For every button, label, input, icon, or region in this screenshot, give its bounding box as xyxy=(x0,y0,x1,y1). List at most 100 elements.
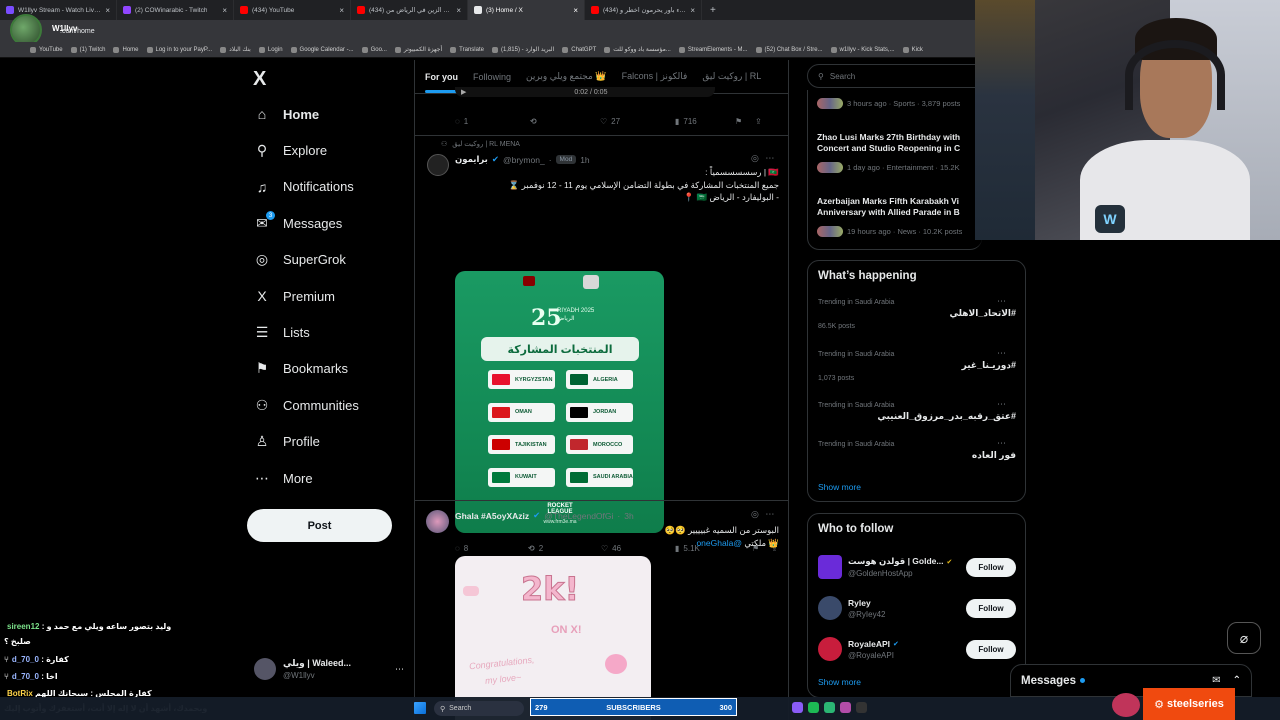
share-icon[interactable]: ⇪ xyxy=(755,117,762,126)
timeline-tab[interactable]: Falcons | فالكونز xyxy=(622,71,688,82)
close-icon[interactable]: × xyxy=(573,6,578,15)
follow-button[interactable]: Follow xyxy=(966,598,1016,618)
post-image[interactable]: 2k! ON X! Congratulations, my love~ xyxy=(455,556,651,720)
show-more-link[interactable]: Show more xyxy=(818,677,861,687)
post-menu[interactable]: ◎ ⋯ xyxy=(751,153,774,164)
post-avatar[interactable] xyxy=(426,510,449,533)
x-logo[interactable]: X xyxy=(253,68,266,91)
browser-tab[interactable]: (3) Home / X × xyxy=(468,0,585,20)
nav-messages[interactable]: ✉ 3 Messages xyxy=(254,211,394,231)
like-button[interactable]: ♡ 27 xyxy=(600,117,675,126)
taskbar-search[interactable]: ⚲ Search xyxy=(434,701,524,716)
account-switcher[interactable]: ويلي | Waleed... @W1llyv ⋯ xyxy=(254,655,404,683)
bookmark-item[interactable]: YouTube xyxy=(30,46,63,53)
bookmark-item[interactable]: مؤسسة باد ووكو للت... xyxy=(604,46,671,53)
post-menu[interactable]: ◎ ⋯ xyxy=(751,509,774,520)
bookmark-item[interactable]: Translate xyxy=(450,46,484,53)
nav-lists[interactable]: ☰ Lists xyxy=(254,324,394,340)
compose-icon[interactable]: ✉ xyxy=(1212,675,1220,686)
community-label[interactable]: ⚇ روكيت ليق | RL MENA xyxy=(441,140,520,148)
nav-notifications[interactable]: ♫ Notifications xyxy=(254,179,394,195)
grok-fab[interactable]: ⌀ xyxy=(1227,622,1261,654)
bookmark-item[interactable]: Home xyxy=(113,46,139,53)
nav-supergrok[interactable]: ◎ SuperGrok xyxy=(254,251,394,268)
browser-tab[interactable]: (2) COWinarabic - Twitch × xyxy=(117,0,234,20)
grok-icon[interactable]: ◎ xyxy=(751,509,759,519)
chevron-up-icon[interactable]: ⌃ xyxy=(1233,675,1241,686)
more-icon[interactable]: ⋯ xyxy=(997,438,1006,449)
author-handle[interactable]: @brymon_ xyxy=(503,155,545,165)
grok-icon[interactable]: ◎ xyxy=(751,153,759,163)
trend-item[interactable]: Trending in Saudi Arabia ⋯ #الاتحاد_الاهلي… xyxy=(818,296,1016,330)
author-name[interactable]: برايمون xyxy=(455,154,488,165)
more-icon[interactable]: ⋯ xyxy=(997,348,1006,359)
post[interactable]: Ghala #A5oyXAziz ✔ @TheLegendOfGi · 3h ◎… xyxy=(415,501,788,720)
bookmark-icon[interactable]: ⚑ xyxy=(735,117,755,126)
more-icon[interactable]: ⋯ xyxy=(765,509,774,519)
taskbar-app-icon[interactable] xyxy=(856,702,867,713)
follow-button[interactable]: Follow xyxy=(966,639,1016,659)
nav-profile[interactable]: ♙ Profile xyxy=(254,433,394,450)
post-avatar[interactable] xyxy=(427,154,449,176)
mention-link[interactable]: @oneGhala xyxy=(696,538,742,548)
bookmark-item[interactable]: أجهزة الكمبيوتر xyxy=(394,46,442,53)
bookmark-item[interactable]: w1llyv - Kick Stats,... xyxy=(830,46,895,53)
news-item[interactable]: Zhao Lusi Marks 27th Birthday with Conce… xyxy=(817,132,975,173)
taskbar-app-icon[interactable] xyxy=(840,702,851,713)
post-time[interactable]: 3h xyxy=(624,511,633,521)
nav-premium[interactable]: X Premium xyxy=(254,288,394,304)
bookmark-item[interactable]: StreamElements - M... xyxy=(678,46,748,53)
close-icon[interactable]: × xyxy=(456,6,461,15)
bookmark-item[interactable]: (1) Twitch xyxy=(70,46,105,53)
post-image[interactable]: 25 RIYADH 2025 الرياض المنتخبات المشاركة… xyxy=(455,271,664,533)
post[interactable]: ⚇ روكيت ليق | RL MENA برايمون ✔ @brymon_… xyxy=(415,136,788,553)
taskbar-app-icon[interactable] xyxy=(808,702,819,713)
show-more-link[interactable]: Show more xyxy=(818,482,861,492)
more-icon[interactable]: ⋯ xyxy=(997,399,1006,410)
timeline-tab[interactable]: For you xyxy=(425,72,458,93)
nav-explore[interactable]: ⚲ Explore xyxy=(254,142,394,158)
follow-suggestion[interactable]: قولدن هوست | Golde... ✔ @GoldenHostApp Foll… xyxy=(818,552,1016,582)
news-item[interactable]: 3 hours ago · Sports · 3,879 posts xyxy=(817,97,975,109)
timeline-tab[interactable]: روكيت ليق | RL xyxy=(702,71,761,82)
close-icon[interactable]: × xyxy=(339,6,344,15)
new-tab-button[interactable]: + xyxy=(710,5,716,16)
nav-bookmarks[interactable]: ⚑ Bookmarks xyxy=(254,360,394,377)
follow-suggestion[interactable]: RoyaleAPI ✔ @RoyaleAPI Follow xyxy=(818,634,1016,664)
more-icon[interactable]: ⋯ xyxy=(395,664,404,675)
timeline-tab[interactable]: مجتمع ويلي وبرين 👑 xyxy=(526,71,607,82)
browser-tab[interactable]: (434) تحدي الزين في الرياض من × xyxy=(351,0,468,20)
more-icon[interactable]: ⋯ xyxy=(765,153,774,163)
video-controls[interactable]: ▶ 0:02 / 0:05 xyxy=(455,87,715,97)
author-handle[interactable]: @TheLegendOfGi xyxy=(544,511,613,521)
taskbar-app-icon[interactable] xyxy=(824,702,835,713)
more-icon[interactable]: ⋯ xyxy=(997,296,1006,307)
nav-more[interactable]: ⋯ More xyxy=(254,470,394,486)
follow-suggestion[interactable]: Ryley @RyIey42 Follow xyxy=(818,593,1016,623)
follow-button[interactable]: Follow xyxy=(966,557,1016,577)
views-button[interactable]: ▮ 716 xyxy=(675,117,735,126)
trend-item[interactable]: Trending in Saudi Arabia ⋯ #عتق_رقبه_بدر_م… xyxy=(818,399,1016,422)
trend-item[interactable]: Trending in Saudi Arabia ⋯ #دوريـنا_غير 1,0… xyxy=(818,348,1016,382)
bookmark-item[interactable]: بنك البلاد xyxy=(220,46,251,53)
bookmark-item[interactable]: Login xyxy=(258,46,283,53)
play-icon[interactable]: ▶ xyxy=(461,88,466,96)
timeline-tab[interactable]: Following xyxy=(473,72,511,82)
close-icon[interactable]: × xyxy=(222,6,227,15)
nav-home[interactable]: ⌂ Home xyxy=(254,106,394,122)
bookmark-item[interactable]: ChatGPT xyxy=(562,46,596,53)
bookmark-item[interactable]: Log in to your PayP... xyxy=(146,46,212,53)
taskbar-app-icon[interactable] xyxy=(792,702,803,713)
browser-tab[interactable]: (434) اعضاء باور يحرمون اخطر و × xyxy=(585,0,702,20)
news-item[interactable]: Azerbaijan Marks Fifth Karabakh Vi Anniv… xyxy=(817,196,975,237)
repost-button[interactable]: ⟲ xyxy=(530,117,600,126)
nav-communities[interactable]: ⚇ Communities xyxy=(254,397,394,413)
bookmark-item[interactable]: Kick xyxy=(902,46,923,53)
windows-start-icon[interactable] xyxy=(414,702,426,714)
browser-tab[interactable]: (434) YouTube × xyxy=(234,0,351,20)
close-icon[interactable]: × xyxy=(690,6,695,15)
bookmark-item[interactable]: (52) Chat Box / Stre... xyxy=(755,46,823,53)
post-time[interactable]: 1h xyxy=(580,155,589,165)
author-name[interactable]: Ghala #A5oyXAziz xyxy=(455,511,529,521)
close-icon[interactable]: × xyxy=(105,6,110,15)
